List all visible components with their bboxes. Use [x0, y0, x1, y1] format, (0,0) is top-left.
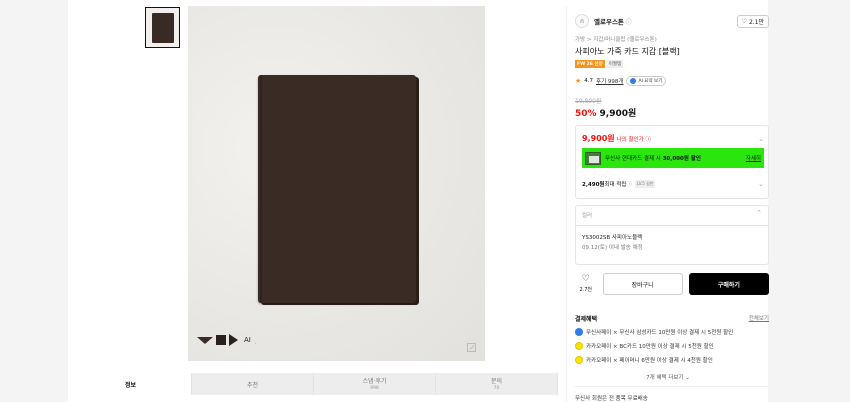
- product-badges: FW 26 신상 이월템: [575, 60, 624, 68]
- tab-reviews[interactable]: 스냅·후기 998: [314, 373, 436, 395]
- tab-recommend[interactable]: 추천: [192, 373, 314, 395]
- ai-summary-label: AI 요약 보기: [638, 79, 663, 84]
- card-promo-banner[interactable]: 무신사 현대카드 결제 시 30,000원 할인 자세히: [582, 148, 764, 168]
- brand-logo[interactable]: ∩: [575, 14, 589, 28]
- card-promo-text: 무신사 현대카드 결제 시 30,000원 할인: [605, 154, 701, 162]
- benefit-item: 카카오페이 × BC카드 10만원 이상 결제 시 5천원 할인: [575, 342, 714, 350]
- main-product-image[interactable]: AI ·: [188, 6, 485, 361]
- tab-info[interactable]: 정보: [70, 373, 192, 395]
- cap-shape-icon: [197, 336, 213, 344]
- tab-count: 998: [370, 386, 379, 391]
- status-badge: 이월템: [606, 60, 624, 68]
- left-gutter: [0, 0, 68, 402]
- kakao-pay-icon: [575, 342, 583, 350]
- benefit-item: 무신사페이 × 무신사 삼성카드 10만원 이상 결제 시 5천원 할인: [575, 328, 733, 336]
- sale-price: 9,900원: [599, 109, 637, 119]
- right-gutter: [768, 0, 850, 402]
- brand-name[interactable]: 옐로우스톤: [594, 16, 624, 26]
- points-row[interactable]: 2,490원 최대 적립 ⓘ LV.5 일반 ⌄: [582, 180, 764, 188]
- discount-rate: 50%: [575, 109, 597, 119]
- payment-benefit-header: 결제혜택 전체보기: [575, 314, 769, 323]
- kakao-pay-icon: [575, 356, 583, 364]
- my-price: 9,900원: [582, 134, 615, 143]
- tab-inquiry[interactable]: 문의 70: [436, 373, 558, 395]
- payment-benefit-title: 결제혜택: [575, 316, 598, 323]
- brand-row: ∩ 옐로우스톤 ⓘ ♡ 2.1만: [575, 13, 769, 29]
- wallet-image: [258, 75, 419, 303]
- ai-summary-button[interactable]: AI 요약 보기: [626, 76, 667, 86]
- wallet-edge: [416, 79, 419, 301]
- product-tabs: 정보 추천 스냅·후기 998 문의 70: [70, 373, 558, 395]
- ai-label: AI: [244, 336, 251, 344]
- card-promo-prefix: 무신사 현대카드 결제 시: [605, 156, 663, 162]
- color-option-item[interactable]: YS3002SB 사피아노블랙 09.12(토) 이내 발송 예정: [575, 225, 769, 265]
- original-price: 19,800원: [575, 98, 602, 105]
- tab-label: 스냅·후기: [362, 378, 387, 385]
- credit-card-icon: [585, 151, 601, 165]
- product-page: AI · 정보 추천 스냅·후기 998 문의 70 ∩ 옐로우스톤 ⓘ ♡ 2…: [0, 0, 850, 402]
- buy-now-button[interactable]: 구매하기: [688, 273, 769, 295]
- wallet-crease: [260, 75, 262, 303]
- my-price-label: 나의 할인가 ⓘ: [616, 136, 651, 143]
- musinsa-pay-icon: [575, 328, 583, 336]
- wishlist-button[interactable]: ♡ 2.7천: [575, 274, 597, 294]
- rating-row: ★ 4.7 후기 998개 AI 요약 보기: [575, 76, 667, 86]
- chevron-down-icon: ⌄: [758, 180, 764, 188]
- points-info-icon: ⓘ: [626, 182, 632, 188]
- sale-price-row: 50% 9,900원: [575, 106, 636, 119]
- heart-icon: ♡: [741, 17, 747, 25]
- ai-style-chip[interactable]: AI ·: [197, 333, 256, 347]
- info-icon[interactable]: ⓘ: [626, 17, 632, 26]
- benefit-text: 카카오페이 × 페이머니 6만원 이상 결제 시 4천원 할인: [586, 358, 713, 364]
- season-badge: FW 26 신상: [575, 60, 605, 68]
- card-detail-link[interactable]: 자세히: [746, 154, 761, 162]
- price-benefit-box: 9,900원 나의 할인가 ⓘ ⌄ 무신사 현대카드 결제 시 30,000원 …: [575, 125, 769, 199]
- tab-label: 정보: [124, 382, 137, 389]
- heart-icon: ♡: [581, 274, 590, 284]
- more-benefits-button[interactable]: 7개 혜택 더보기 ⌄: [567, 373, 769, 381]
- level-badge: LV.5 일반: [634, 180, 656, 188]
- rating-value: 4.7: [584, 78, 594, 84]
- review-link[interactable]: 후기 998개: [596, 77, 623, 85]
- option-shipping: 09.12(토) 이내 발송 예정: [582, 245, 643, 251]
- product-thumbnail[interactable]: [145, 7, 180, 48]
- points-label: 최대 적립: [604, 182, 627, 188]
- ai-sub: ·: [254, 341, 257, 347]
- color-select-label: 컬러: [582, 213, 593, 219]
- benefit-text: 카카오페이 × BC카드 10만원 이상 결제 시 5천원 할인: [586, 344, 714, 350]
- card-promo-amount: 30,000원 할인: [662, 156, 701, 162]
- chevron-up-icon: ⌃: [756, 209, 762, 217]
- my-price-row[interactable]: 9,900원 나의 할인가 ⓘ ⌄: [582, 133, 764, 144]
- product-title: 사피아노 가죽 카드 지갑 [블랙]: [575, 47, 680, 56]
- star-icon: ★: [575, 77, 582, 85]
- tab-label: 문의: [490, 378, 503, 385]
- thumbnail-wallet-image: [151, 12, 174, 43]
- shipping-note: 무신사 회원은 전 품목 무료배송: [575, 396, 648, 402]
- view-all-link[interactable]: 전체보기: [749, 314, 769, 323]
- benefit-text: 무신사페이 × 무신사 삼성카드 10만원 이상 결제 시 5천원 할인: [586, 330, 734, 336]
- tab-count: 70: [493, 386, 500, 391]
- divider: [575, 386, 769, 387]
- brand-like-count: 2.1만: [748, 18, 764, 26]
- option-name: YS3002SB 사피아노블랙: [582, 235, 643, 241]
- breadcrumb[interactable]: 가방 > 지갑/머니클립 (옐로우스톤): [575, 35, 657, 43]
- ai-icon: [630, 78, 637, 84]
- wishlist-count: 2.7천: [579, 287, 593, 293]
- play-shape-icon: [229, 334, 238, 346]
- tab-label: 추천: [246, 382, 259, 389]
- color-select[interactable]: 컬러 ⌃: [575, 205, 769, 225]
- action-row: ♡ 2.7천 장바구니 구매하기: [575, 273, 769, 295]
- points-amount: 2,490원: [582, 182, 605, 188]
- square-shape-icon: [216, 335, 226, 345]
- brand-like-button[interactable]: ♡ 2.1만: [736, 14, 769, 28]
- add-to-cart-button[interactable]: 장바구니: [602, 273, 683, 295]
- chevron-down-icon: ⌄: [758, 134, 764, 143]
- benefit-item: 카카오페이 × 페이머니 6만원 이상 결제 시 4천원 할인: [575, 356, 713, 364]
- expand-icon[interactable]: [467, 343, 476, 352]
- purchase-panel: ∩ 옐로우스톤 ⓘ ♡ 2.1만 가방 > 지갑/머니클립 (옐로우스톤) 사피…: [566, 6, 769, 402]
